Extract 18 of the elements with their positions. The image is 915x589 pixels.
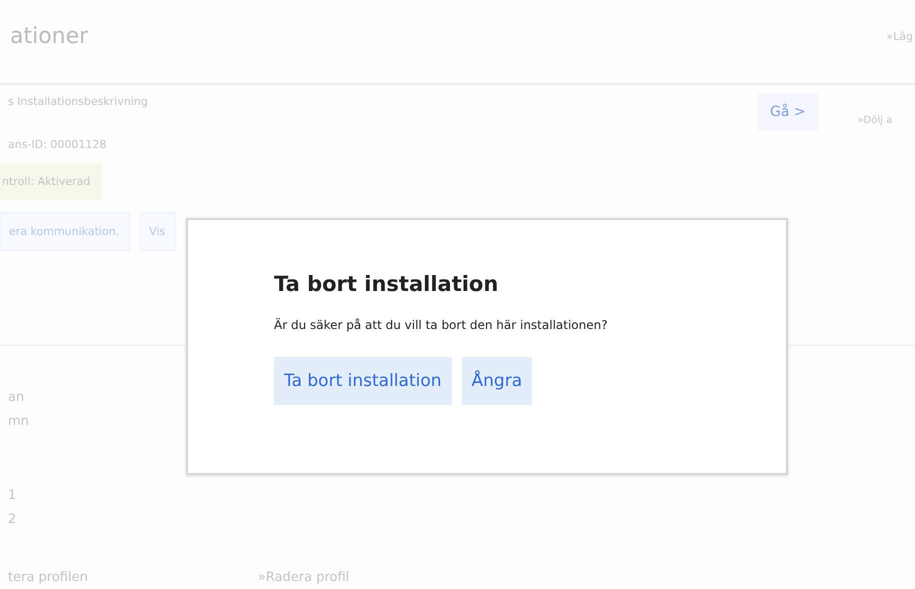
page-title: ationer: [10, 24, 88, 49]
dialog-title: Ta bort installation: [274, 272, 498, 296]
profile-link[interactable]: tera profilen: [8, 570, 88, 585]
action-button[interactable]: Vis: [140, 212, 176, 251]
dialog-message: Är du säker på att du vill ta bort den här installationen?: [274, 318, 608, 332]
installation-id: ans-ID: 00001128: [8, 138, 106, 151]
detail-label: 1: [8, 487, 18, 505]
action-button[interactable]: era kommunikation.: [0, 212, 130, 251]
description-text: s Installationsbeskrivning: [8, 95, 148, 108]
dialog-button[interactable]: Ångra: [462, 357, 532, 405]
dialog-button[interactable]: Ta bort installation: [274, 357, 452, 405]
profile-link[interactable]: »Radera profil: [258, 570, 350, 585]
detail-label: 2: [8, 511, 18, 529]
detail-label: an: [8, 389, 26, 407]
go-button[interactable]: Gå >: [758, 93, 818, 131]
side-link[interactable]: »Dölj a: [858, 115, 892, 126]
detail-label: mn: [8, 413, 30, 431]
header-link[interactable]: »Läg: [886, 30, 913, 43]
